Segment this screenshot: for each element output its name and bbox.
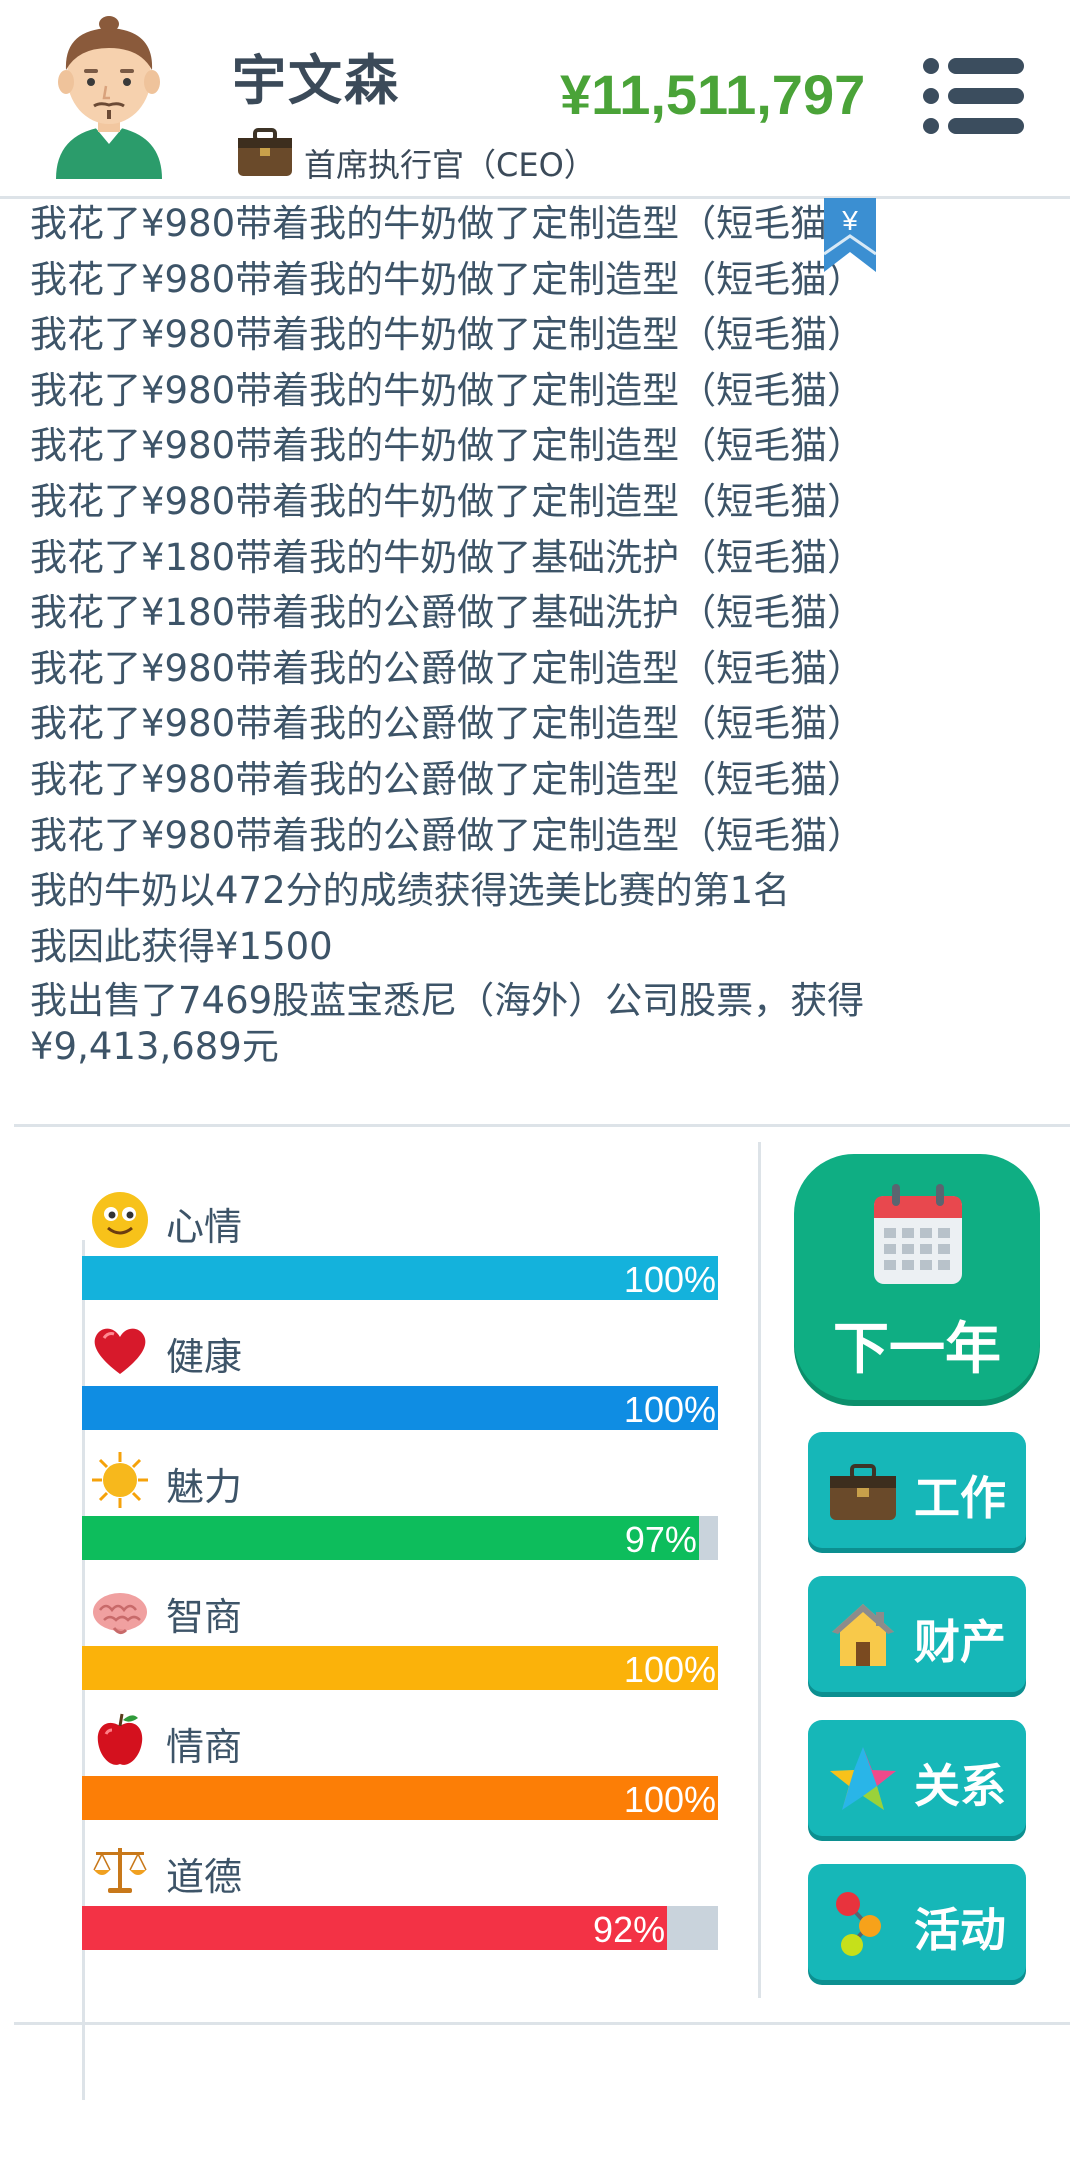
stat-label: 智商: [166, 1595, 243, 1639]
stat-label: 心情: [166, 1205, 243, 1249]
stat-bar: 100%: [82, 1646, 718, 1690]
log-entry: 我花了¥980带着我的公爵做了定制造型（短毛猫）: [30, 646, 865, 690]
stat-bar-fill: [82, 1646, 718, 1690]
briefcase-icon: [830, 1464, 896, 1520]
stat-label: 情商: [166, 1725, 243, 1769]
bookmark-symbol: ¥: [841, 205, 858, 236]
stat-mood: 心情 100%: [82, 1190, 718, 1310]
stat-percent: 97%: [624, 1519, 697, 1560]
stat-percent: 92%: [593, 1909, 666, 1950]
stat-percent: 100%: [623, 1779, 716, 1820]
star-icon: [830, 1747, 896, 1810]
sun-icon: [92, 1452, 148, 1508]
stat-bar-fill: [82, 1386, 718, 1430]
panel-divider: [758, 1142, 761, 1998]
log-entry: 我花了¥980带着我的公爵做了定制造型（短毛猫）: [30, 702, 865, 746]
stat-percent: 100%: [623, 1389, 716, 1430]
stat-morality: 道德 92%: [82, 1840, 718, 1960]
log-entry: 我的牛奶以472分的成绩获得选美比赛的第1名: [30, 869, 791, 913]
log-entry: 我花了¥980带着我的牛奶做了定制造型（短毛猫）: [30, 257, 865, 301]
money-balance: ¥11,511,797: [560, 63, 866, 126]
smiley-icon: [92, 1192, 148, 1248]
avatar[interactable]: [44, 14, 174, 179]
next-year-label: 下一年: [833, 1317, 1001, 1382]
profile-header: 宇文森 首席执行官（CEO） ¥11,511,797: [0, 0, 1080, 196]
stat-label: 魅力: [166, 1465, 243, 1509]
stat-label: 道德: [166, 1855, 243, 1899]
calendar-icon: [874, 1184, 962, 1284]
bottom-divider: [14, 2022, 1070, 2025]
log-entry: 我花了¥980带着我的公爵做了定制造型（短毛猫）: [30, 757, 865, 801]
log-entry: 我因此获得¥1500: [30, 924, 333, 968]
briefcase-icon: [238, 128, 292, 176]
stat-eq: 情商 100%: [82, 1710, 718, 1830]
stat-bar-fill: 92%: [82, 1906, 668, 1950]
work-label: 工作: [914, 1471, 1006, 1525]
log-entry: 我花了¥980带着我的牛奶做了定制造型（短毛猫）: [30, 202, 865, 245]
log-entry: 我花了¥980带着我的牛奶做了定制造型（短毛猫）: [30, 313, 865, 357]
log-entry: 我花了¥980带着我的牛奶做了定制造型（短毛猫）: [30, 368, 865, 412]
property-button[interactable]: 财产: [808, 1576, 1026, 1692]
event-log[interactable]: 我花了¥980带着我的牛奶做了定制造型（短毛猫） 我花了¥980带着我的牛奶做了…: [30, 196, 1070, 1076]
job-title: 首席执行官（CEO）: [304, 146, 596, 184]
log-entry: 我花了¥180带着我的公爵做了基础洗护（短毛猫）: [30, 591, 865, 635]
stat-bar-fill: [82, 1776, 718, 1820]
next-year-button[interactable]: 下一年: [794, 1154, 1040, 1400]
house-icon: [832, 1604, 894, 1666]
stat-charm: 魅力 97%: [82, 1450, 718, 1570]
activities-label: 活动: [914, 1903, 1006, 1957]
money-bookmark-icon[interactable]: ¥: [822, 198, 878, 274]
log-entry: 我花了¥180带着我的牛奶做了基础洗护（短毛猫）: [30, 535, 865, 579]
work-button[interactable]: 工作: [808, 1432, 1026, 1548]
property-label: 财产: [914, 1615, 1006, 1669]
stat-bar: 97%: [82, 1516, 718, 1560]
scales-icon: [93, 1848, 147, 1893]
stat-bar: 92%: [82, 1906, 718, 1950]
menu-list-icon[interactable]: [922, 56, 1026, 136]
log-entry: 我出售了7469股蓝宝悉尼（海外）公司股票，获得¥9,413,689元: [30, 979, 865, 1069]
log-entry: 我花了¥980带着我的牛奶做了定制造型（短毛猫）: [30, 424, 865, 468]
stat-health: 健康 100%: [82, 1320, 718, 1440]
heart-icon: [94, 1328, 146, 1374]
relations-button[interactable]: 关系: [808, 1720, 1026, 1836]
activities-button[interactable]: 活动: [808, 1864, 1026, 1980]
stat-bar: 100%: [82, 1256, 718, 1300]
log-entry: 我花了¥980带着我的公爵做了定制造型（短毛猫）: [30, 813, 865, 857]
stat-bar: 100%: [82, 1386, 718, 1430]
stat-percent: 100%: [623, 1259, 716, 1300]
log-divider: [14, 1124, 1070, 1127]
log-entry: 我花了¥980带着我的牛奶做了定制造型（短毛猫）: [30, 479, 865, 523]
attributes-panel: 心情 100% 健康 100% 魅力 97% 智商 100% 情商 100% 道…: [0, 1130, 760, 2100]
stat-percent: 100%: [623, 1649, 716, 1690]
stat-label: 健康: [166, 1335, 243, 1379]
apple-icon: [97, 1713, 143, 1765]
stat-bar: 100%: [82, 1776, 718, 1820]
stat-iq: 智商 100%: [82, 1580, 718, 1700]
player-name: 宇文森: [232, 49, 400, 112]
relations-label: 关系: [914, 1759, 1006, 1813]
molecule-icon: [836, 1892, 881, 1956]
brain-icon: [93, 1593, 147, 1635]
stat-bar-fill: [82, 1256, 718, 1300]
stat-bar-fill: 97%: [82, 1516, 699, 1560]
